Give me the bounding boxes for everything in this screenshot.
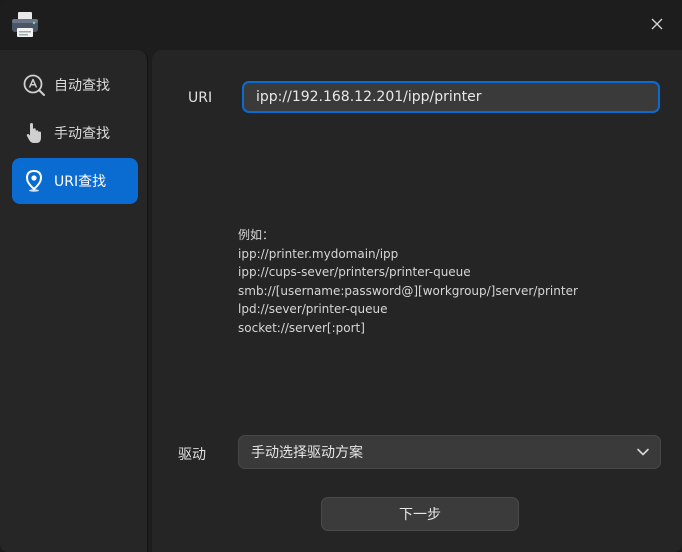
sidebar-item-label: URI查找: [54, 174, 107, 190]
sidebar-item-manual-search[interactable]: 手动查找: [12, 110, 138, 156]
driver-select[interactable]: 手动选择驱动方案: [238, 435, 661, 469]
close-button[interactable]: [644, 12, 670, 38]
driver-select-value: 手动选择驱动方案: [251, 445, 363, 461]
example-line: lpd://sever/printer-queue: [238, 302, 388, 316]
uri-input[interactable]: [242, 81, 660, 113]
location-pin-icon: [22, 169, 46, 193]
chevron-down-icon: [636, 445, 650, 459]
example-line: ipp://cups-sever/printers/printer-queue: [238, 265, 471, 279]
sidebar-item-label: 自动查找: [54, 78, 110, 94]
close-icon: [650, 16, 664, 35]
uri-examples: 例如： ipp://printer.mydomain/ipp ipp://cup…: [238, 226, 578, 337]
hand-pointer-icon: [22, 121, 46, 145]
next-button[interactable]: 下一步: [321, 497, 519, 531]
example-line: ipp://printer.mydomain/ipp: [238, 246, 399, 261]
sidebar-item-auto-search[interactable]: 自动查找: [12, 62, 138, 108]
sidebar-item-label: 手动查找: [54, 126, 110, 142]
printer-icon: [10, 11, 40, 39]
example-line: smb://[username:password@][workgroup/]se…: [238, 283, 578, 298]
sidebar-item-uri-search[interactable]: URI查找: [12, 158, 138, 204]
add-printer-window: 自动查找 手动查找 URI查找 URI 例如：: [0, 0, 682, 552]
title-bar: [0, 0, 682, 50]
driver-label: 驱动: [178, 447, 206, 463]
sidebar: 自动查找 手动查找 URI查找: [0, 50, 148, 552]
example-line: socket://server[:port]: [238, 320, 365, 335]
auto-search-icon: [22, 73, 46, 97]
examples-heading: 例如：: [238, 228, 275, 242]
main-panel: URI 例如： ipp://printer.mydomain/ipp ipp:/…: [152, 50, 682, 552]
uri-label: URI: [188, 90, 213, 106]
